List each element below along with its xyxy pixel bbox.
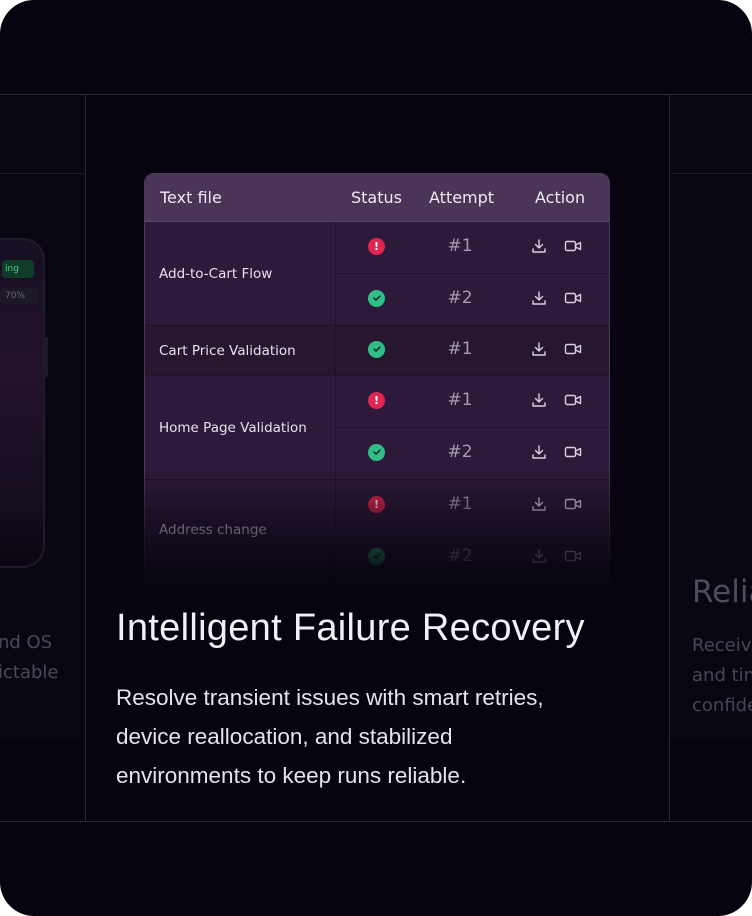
video-camera-icon[interactable]	[564, 238, 582, 254]
table-row: Cart Price Validation #1	[145, 326, 609, 376]
divider	[0, 173, 85, 174]
check-icon	[368, 340, 385, 358]
attempt-number: #1	[447, 236, 473, 256]
test-file-name: Cart Price Validation	[145, 326, 336, 375]
download-icon[interactable]	[531, 496, 547, 512]
download-icon[interactable]	[531, 290, 547, 306]
test-results-table: Text file Status Attempt Action Add-to-C…	[144, 173, 610, 593]
feature-description-line-1: Resolve transient issues with smart retr…	[116, 685, 544, 710]
table-row: Add-to-Cart Flow! #1 #2	[145, 222, 609, 326]
table-row: Home Page Validation! #1 #2	[145, 376, 609, 480]
attempt-row: ! #1	[336, 222, 609, 274]
check-icon	[368, 289, 385, 307]
attempt-row: ! #1	[336, 480, 609, 532]
feature-description-line-2: device reallocation, and stabilized	[116, 724, 453, 749]
feature-title: Intelligent Failure Recovery	[116, 607, 585, 649]
video-camera-icon[interactable]	[564, 496, 582, 512]
column-header-status: Status	[351, 188, 402, 207]
next-slide-title: Relia	[692, 574, 752, 610]
attempt-row: ! #1	[336, 376, 609, 428]
video-camera-icon[interactable]	[564, 290, 582, 306]
video-camera-icon[interactable]	[564, 548, 582, 564]
download-icon[interactable]	[531, 392, 547, 408]
feature-description-line-3: environments to keep runs reliable.	[116, 763, 467, 788]
attempt-row: #2	[336, 428, 609, 480]
next-slide-text-line-2: and tin	[692, 665, 752, 686]
attempt-number: #1	[447, 339, 473, 359]
table-header: Text file Status Attempt Action	[145, 174, 609, 222]
attempt-row: #1	[336, 326, 609, 376]
attempt-number: #2	[447, 442, 473, 462]
previous-slide-text-line-2: ictable	[0, 662, 59, 683]
phone-side-button	[45, 337, 48, 377]
grid-line-bottom	[0, 821, 752, 822]
video-camera-icon[interactable]	[564, 392, 582, 408]
feature-description: Resolve transient issues with smart retr…	[116, 678, 636, 795]
check-icon	[368, 443, 385, 461]
phone-mockup: ing 70%	[0, 238, 48, 568]
test-file-name: Add-to-Cart Flow	[145, 222, 336, 325]
attempt-row: #2	[336, 274, 609, 326]
next-slide-text-line-1: Receiv	[692, 635, 752, 656]
attempt-row: #2	[336, 532, 609, 584]
attempt-number: #2	[447, 546, 473, 566]
column-header-text-file: Text file	[160, 188, 222, 207]
progress-percent: 70%	[0, 288, 38, 304]
carousel-frame: ing 70% nd OS ictable Relia Receiv and t…	[0, 0, 752, 916]
attempt-number: #1	[447, 390, 473, 410]
exclamation-icon: !	[368, 391, 385, 409]
video-camera-icon[interactable]	[564, 341, 582, 357]
download-icon[interactable]	[531, 238, 547, 254]
status-badge: ing	[2, 260, 34, 278]
download-icon[interactable]	[531, 444, 547, 460]
attempt-number: #2	[447, 288, 473, 308]
table-row: Address change! #1 #2	[145, 480, 609, 584]
column-header-attempt: Attempt	[429, 188, 495, 207]
test-file-name: Home Page Validation	[145, 376, 336, 479]
check-icon	[368, 547, 385, 565]
column-header-action: Action	[535, 188, 586, 207]
video-camera-icon[interactable]	[564, 444, 582, 460]
test-file-name: Address change	[145, 480, 336, 583]
download-icon[interactable]	[531, 548, 547, 564]
divider	[670, 173, 752, 174]
download-icon[interactable]	[531, 341, 547, 357]
attempt-number: #1	[447, 494, 473, 514]
next-slide-text-line-3: confide	[692, 695, 752, 716]
previous-slide-text-line-1: nd OS	[0, 632, 53, 653]
exclamation-icon: !	[368, 237, 385, 255]
exclamation-icon: !	[368, 495, 385, 513]
